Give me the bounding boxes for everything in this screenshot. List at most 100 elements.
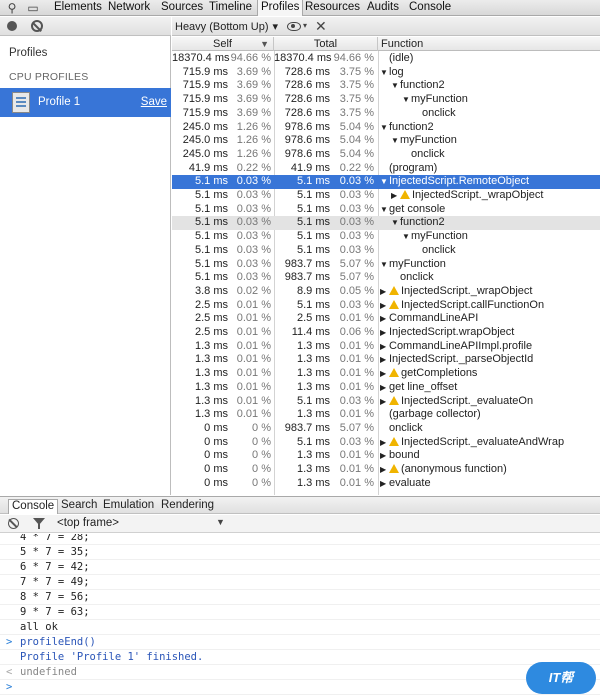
table-row[interactable]: 3.8 ms 0.02 % 8.9 ms 0.05 % ▶ InjectedScript.… [172, 285, 600, 299]
table-row[interactable]: 1.3 ms 0.01 % 1.3 ms 0.01 % ▶ getCompletions [172, 367, 600, 381]
device-mode-icon[interactable]: ▭ [26, 1, 40, 15]
tab-network[interactable]: Network [105, 0, 153, 15]
disclosure-closed-icon[interactable]: ▶ [380, 367, 389, 381]
warning-icon [389, 464, 399, 473]
tab-elements[interactable]: Elements [51, 0, 105, 15]
table-row[interactable]: 245.0 ms 1.26 % 978.6 ms 5.04 % onclick [172, 148, 600, 162]
table-row[interactable]: 2.5 ms 0.01 % 11.4 ms 0.06 % ▶ InjectedScript… [172, 326, 600, 340]
filter-icon[interactable] [33, 518, 45, 529]
close-icon[interactable]: ✕ [315, 18, 327, 35]
table-row[interactable]: 715.9 ms 3.69 % 728.6 ms 3.75 % ▼log [172, 66, 600, 80]
disclosure-closed-icon[interactable]: ▶ [380, 395, 389, 409]
disclosure-open-icon[interactable]: ▼ [402, 230, 411, 244]
chevron-down-icon[interactable]: ▾ [303, 21, 307, 30]
disclosure-closed-icon[interactable]: ▶ [380, 449, 389, 463]
console-text: undefined [20, 666, 77, 678]
drawer-tab-console[interactable]: Console [8, 499, 59, 514]
profile-save-link[interactable]: Save [141, 96, 167, 108]
table-row[interactable]: 2.5 ms 0.01 % 2.5 ms 0.01 % ▶ CommandLineAPI [172, 312, 600, 326]
table-row[interactable]: 1.3 ms 0.01 % 5.1 ms 0.03 % ▶ InjectedScript.… [172, 395, 600, 409]
warning-icon [389, 368, 399, 378]
column-header-function[interactable]: Function [378, 37, 600, 51]
table-row[interactable]: 5.1 ms 0.03 % 983.7 ms 5.07 % ▼myFunction [172, 258, 600, 272]
table-row[interactable]: 0 ms 0 % 1.3 ms 0.01 % ▶ (anonymous function) [172, 463, 600, 477]
table-row[interactable]: 1.3 ms 0.01 % 1.3 ms 0.01 % ▶ InjectedScript.… [172, 353, 600, 367]
table-row[interactable]: 1.3 ms 0.01 % 1.3 ms 0.01 % ▶ get line_offset [172, 381, 600, 395]
function-name: CommandLineAPI [389, 312, 479, 325]
console-output[interactable]: 4 * 7 = 28; 5 * 7 = 35; 6 * 7 = 42; 7 * 7 =… [0, 534, 600, 698]
drawer-tab-emulation[interactable]: Emulation [100, 499, 157, 514]
clear-icon[interactable] [31, 20, 43, 32]
frame-select[interactable]: <top frame> [57, 517, 119, 529]
table-row[interactable]: 5.1 ms 0.03 % 5.1 ms 0.03 % ▼myFunction [172, 230, 600, 244]
disclosure-closed-icon[interactable]: ▶ [380, 477, 389, 491]
disclosure-open-icon[interactable]: ▼ [391, 134, 400, 148]
table-row[interactable]: 5.1 ms 0.03 % 5.1 ms 0.03 % ▼get console [172, 203, 600, 217]
cell-function: onclick [391, 271, 434, 285]
table-row[interactable]: 5.1 ms 0.03 % 983.7 ms 5.07 % onclick [172, 271, 600, 285]
clear-console-icon[interactable] [8, 518, 19, 529]
chevron-down-icon[interactable]: ▼ [216, 517, 225, 527]
table-row[interactable]: 41.9 ms 0.22 % 41.9 ms 0.22 % (program) [172, 162, 600, 176]
result-icon: < [6, 666, 13, 678]
tab-resources[interactable]: Resources [302, 0, 363, 15]
tab-audits[interactable]: Audits [364, 0, 402, 15]
drawer-tab-search[interactable]: Search [58, 499, 100, 514]
disclosure-closed-icon[interactable]: ▶ [380, 285, 389, 299]
disclosure-open-icon[interactable]: ▼ [402, 93, 411, 107]
table-row[interactable]: 715.9 ms 3.69 % 728.6 ms 3.75 % onclick [172, 107, 600, 121]
table-row[interactable]: 245.0 ms 1.26 % 978.6 ms 5.04 % ▼function2 [172, 121, 600, 135]
tab-sources[interactable]: Sources [158, 0, 206, 15]
disclosure-closed-icon[interactable]: ▶ [380, 299, 389, 313]
cell-total-percent: 0.01 % [339, 367, 374, 380]
table-row[interactable]: 715.9 ms 3.69 % 728.6 ms 3.75 % ▼myFunction [172, 93, 600, 107]
table-row[interactable]: 5.1 ms 0.03 % 5.1 ms 0.03 % ▶ InjectedScript.… [172, 189, 600, 203]
disclosure-open-icon[interactable]: ▼ [380, 175, 389, 189]
disclosure-closed-icon[interactable]: ▶ [380, 436, 389, 450]
record-icon[interactable] [7, 21, 17, 31]
eye-icon[interactable] [287, 22, 301, 31]
table-row[interactable]: 0 ms 0 % 1.3 ms 0.01 % ▶ evaluate [172, 477, 600, 491]
cell-total: 5.1 ms [296, 175, 330, 188]
table-row[interactable]: 1.3 ms 0.01 % 1.3 ms 0.01 % (garbage collect… [172, 408, 600, 422]
tab-console[interactable]: Console [406, 0, 454, 15]
table-row[interactable]: 0 ms 0 % 983.7 ms 5.07 % onclick [172, 422, 600, 436]
disclosure-open-icon[interactable]: ▼ [380, 258, 389, 272]
table-row[interactable]: 18370.4 ms 94.66 % 18370.4 ms 94.66 % (idle) [172, 52, 600, 66]
disclosure-closed-icon[interactable]: ▶ [380, 353, 389, 367]
disclosure-open-icon[interactable]: ▼ [380, 121, 389, 135]
cell-total-percent: 0.01 % [339, 449, 374, 462]
disclosure-closed-icon[interactable]: ▶ [380, 340, 389, 354]
disclosure-open-icon[interactable]: ▼ [391, 79, 400, 93]
cell-self-percent: 1.26 % [236, 120, 271, 133]
search-icon[interactable]: ⚲ [6, 1, 18, 15]
table-row[interactable]: 1.3 ms 0.01 % 1.3 ms 0.01 % ▶ CommandLineAPII… [172, 340, 600, 354]
disclosure-open-icon[interactable]: ▼ [391, 216, 400, 230]
table-row[interactable]: 715.9 ms 3.69 % 728.6 ms 3.75 % ▼function2 [172, 79, 600, 93]
tab-profiles[interactable]: Profiles [257, 0, 304, 16]
cell-self: 245.0 ms [182, 147, 228, 160]
cell-self-percent: 0.01 % [236, 408, 271, 421]
table-row[interactable]: 245.0 ms 1.26 % 978.6 ms 5.04 % ▼myFunction [172, 134, 600, 148]
table-row[interactable]: 5.1 ms 0.03 % 5.1 ms 0.03 % ▼InjectedScript.… [172, 175, 600, 189]
profiles-heading[interactable]: Profiles [9, 47, 47, 59]
table-row[interactable]: 2.5 ms 0.01 % 5.1 ms 0.03 % ▶ InjectedScript.… [172, 299, 600, 313]
disclosure-open-icon[interactable]: ▼ [380, 66, 389, 80]
disclosure-closed-icon[interactable]: ▶ [380, 312, 389, 326]
disclosure-closed-icon[interactable]: ▶ [391, 189, 400, 203]
view-mode-select[interactable]: Heavy (Bottom Up) [175, 20, 278, 33]
column-header-self[interactable]: Self ▼ [172, 37, 274, 51]
tab-timeline[interactable]: Timeline [206, 0, 255, 15]
table-row[interactable]: 0 ms 0 % 1.3 ms 0.01 % ▶ bound [172, 449, 600, 463]
disclosure-closed-icon[interactable]: ▶ [380, 463, 389, 477]
column-header-total[interactable]: Total [274, 37, 378, 51]
profile-item-selected[interactable]: Profile 1 Save [0, 88, 171, 117]
cell-total-percent: 0.03 % [339, 394, 374, 407]
disclosure-open-icon[interactable]: ▼ [380, 203, 389, 217]
drawer-tab-rendering[interactable]: Rendering [158, 499, 217, 514]
table-row[interactable]: 5.1 ms 0.03 % 5.1 ms 0.03 % onclick [172, 244, 600, 258]
disclosure-closed-icon[interactable]: ▶ [380, 326, 389, 340]
table-row[interactable]: 0 ms 0 % 5.1 ms 0.03 % ▶ InjectedScript._eval… [172, 436, 600, 450]
disclosure-closed-icon[interactable]: ▶ [380, 381, 389, 395]
table-row[interactable]: 5.1 ms 0.03 % 5.1 ms 0.03 % ▼function2 [172, 216, 600, 231]
